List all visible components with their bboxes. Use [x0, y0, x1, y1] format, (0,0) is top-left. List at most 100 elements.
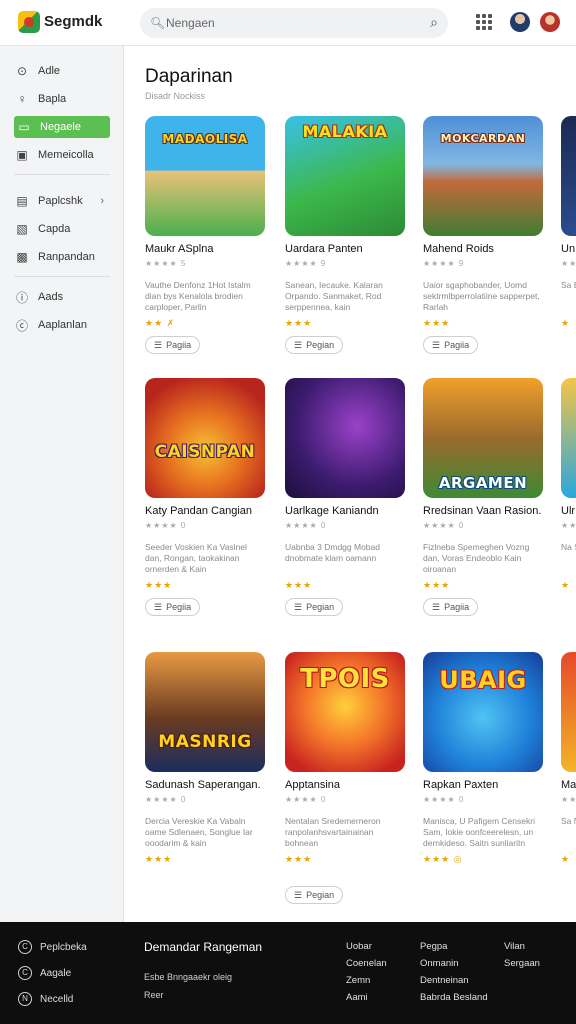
game-thumbnail[interactable] [561, 652, 576, 772]
game-thumbnail[interactable]: CAISNPAN [145, 378, 265, 498]
footer-link[interactable]: C Aagale [18, 966, 71, 980]
search-bar[interactable]: 🔍︎ ⌕ [140, 8, 448, 38]
account-avatar[interactable] [540, 12, 560, 32]
footer-link[interactable]: N Necelld [18, 992, 73, 1006]
footer-link[interactable]: Onmanin [420, 957, 459, 970]
game-title[interactable]: Katy Pandan Cangian [145, 505, 275, 517]
game-description: Vauthe Denfonz 1Hot Istalm dian bys Kena… [145, 280, 251, 312]
play-button-label: Pegian [306, 340, 335, 350]
footer-link-label: Necelld [40, 993, 74, 1005]
footer-link[interactable]: Vilan [504, 940, 525, 953]
sidebar-item-aaplanlan[interactable]: ⓒ Aaplanlan [14, 314, 110, 336]
footer-subtext: Esbe Bnngaaekr oleig [144, 972, 233, 982]
star-rating: ★★★ [145, 580, 173, 590]
sidebar-item-label: Aads [38, 291, 64, 303]
game-title[interactable]: Ma [561, 779, 576, 791]
footer-subtext-2: Reer [144, 990, 164, 1000]
footer-link[interactable]: C Peplcbeka [18, 940, 87, 954]
game-thumbnail[interactable]: MADAOLISA [145, 116, 265, 236]
game-title[interactable]: Uarlkage Kaniandn [285, 505, 415, 517]
play-button[interactable]: ☰ Pegian [285, 886, 344, 904]
sidebar-item-paplcshk[interactable]: ▤ Paplcshk › [14, 190, 110, 212]
game-thumbnail[interactable]: MOKCARDAN [423, 116, 543, 236]
game-thumbnail[interactable]: MALAKIA [285, 116, 405, 236]
game-thumbnail[interactable] [561, 116, 576, 236]
play-button-label: Pagiia [444, 340, 470, 350]
rating-text: ★★★★ 9 [423, 259, 465, 268]
footer-link[interactable]: Aami [346, 991, 368, 1004]
sidebar-item-label: Capda [38, 223, 71, 235]
game-title[interactable]: Apptansina [285, 779, 415, 791]
sidebar-divider [14, 174, 110, 175]
game-title[interactable]: Rapkan Paxten [423, 779, 553, 791]
play-button[interactable]: ☰ Pagiia [145, 336, 201, 354]
game-logo-text: UBAIG [439, 666, 527, 694]
app-logo-icon[interactable] [18, 11, 40, 33]
play-button[interactable]: ☰ Pegian [285, 598, 344, 616]
star-rating: ★ [561, 318, 571, 328]
game-title[interactable]: Sadunash Saperangan. [145, 779, 275, 791]
gamepad-icon: ☰ [432, 601, 441, 612]
gamepad-icon: ☰ [432, 339, 441, 350]
star-rating: ★★★ [423, 580, 451, 590]
search-submit-icon[interactable]: ⌕ [430, 14, 438, 31]
game-description: Uabnba 3 Dmdgg Mobad dnobmate klam oaman… [285, 542, 380, 563]
star-rating: ★★★ [285, 318, 313, 328]
sidebar-item-capda[interactable]: ▧ Capda [14, 218, 110, 240]
play-button-label: Pegian [306, 890, 335, 900]
footer-link[interactable]: Pegpa [420, 940, 447, 953]
footer-link[interactable]: Babrda Besland [420, 991, 488, 1004]
game-title[interactable]: Ulr Des [561, 505, 576, 517]
game-thumbnail[interactable]: ARGAMEN [423, 378, 543, 498]
game-thumbnail[interactable]: UBAIG [423, 652, 543, 772]
chevron-right-icon: › [100, 195, 104, 207]
game-description: Sa Na Dn [561, 816, 576, 826]
sidebar-item-aads[interactable]: ⓘ Aads [14, 286, 110, 308]
top-bar: Segmdk 🔍︎ ⌕ [0, 0, 576, 46]
avatar[interactable] [510, 12, 530, 32]
sidebar-item-memeicolla[interactable]: ▣ Memeicolla [14, 144, 110, 166]
sidebar-item-ranpandan[interactable]: ▩ Ranpandan [14, 246, 110, 268]
footer-link[interactable]: Dentneinan [420, 974, 469, 987]
game-title[interactable]: Un [561, 243, 576, 255]
game-thumbnail[interactable] [285, 378, 405, 498]
game-thumbnail[interactable]: MASNRIG [145, 652, 265, 772]
rating-text: ★★ [561, 259, 576, 268]
rating-text: ★★ [561, 795, 576, 804]
game-title[interactable]: Rredsinan Vaan Rasion. [423, 505, 553, 517]
game-title[interactable]: Uardara Panten [285, 243, 415, 255]
footer-link-label: Peplcbeka [40, 941, 87, 953]
footer-link[interactable]: Uobar [346, 940, 372, 953]
gamepad-icon: ☰ [154, 601, 163, 612]
game-thumbnail[interactable] [561, 378, 576, 498]
gamepad-icon: ☰ [294, 339, 303, 350]
footer-link[interactable]: Zemn [346, 974, 370, 987]
game-thumbnail[interactable]: TPOIS [285, 652, 405, 772]
game-description: Na Sa Fu [561, 542, 576, 552]
settings-icon: ⓒ [15, 318, 28, 333]
play-button[interactable]: ☰ Pegian [285, 336, 344, 354]
game-description: Dercia Vereskie Ka Vabaln oame Sdlenaen,… [145, 816, 253, 848]
gamepad-icon: ☰ [154, 339, 163, 350]
game-title[interactable]: Mahend Roids [423, 243, 553, 255]
footer-link[interactable]: Coenelan [346, 957, 387, 970]
apps-grid-icon[interactable] [476, 14, 492, 30]
footer-link[interactable]: Sergaan [504, 957, 540, 970]
info-icon: ⓘ [15, 290, 28, 305]
play-button[interactable]: ☰ Pagiia [423, 598, 479, 616]
search-input[interactable] [166, 13, 416, 33]
game-description: Fizlneba Spemeghen Vozng dan, Voras Ende… [423, 542, 530, 574]
sidebar-item-bapla[interactable]: ♀ Bapla [14, 88, 110, 110]
rating-text: ★★★★ 0 [145, 521, 187, 530]
pin-icon: ♀ [17, 92, 27, 106]
play-button-label: Pegian [306, 602, 335, 612]
sidebar-item-adle[interactable]: ⊙ Adle [14, 60, 110, 82]
file-icon: ▩ [16, 250, 28, 264]
game-logo-text: MADAOLISA [162, 132, 248, 146]
star-rating: ★★★ [285, 580, 313, 590]
page-subtitle: Disadr Nockiss [145, 91, 206, 101]
sidebar-item-negaele[interactable]: ▭ Negaele [14, 116, 110, 138]
play-button[interactable]: ☰ Pagiia [423, 336, 479, 354]
game-title[interactable]: Maukr ASplna [145, 243, 275, 255]
play-button[interactable]: ☰ Pegiia [145, 598, 201, 616]
